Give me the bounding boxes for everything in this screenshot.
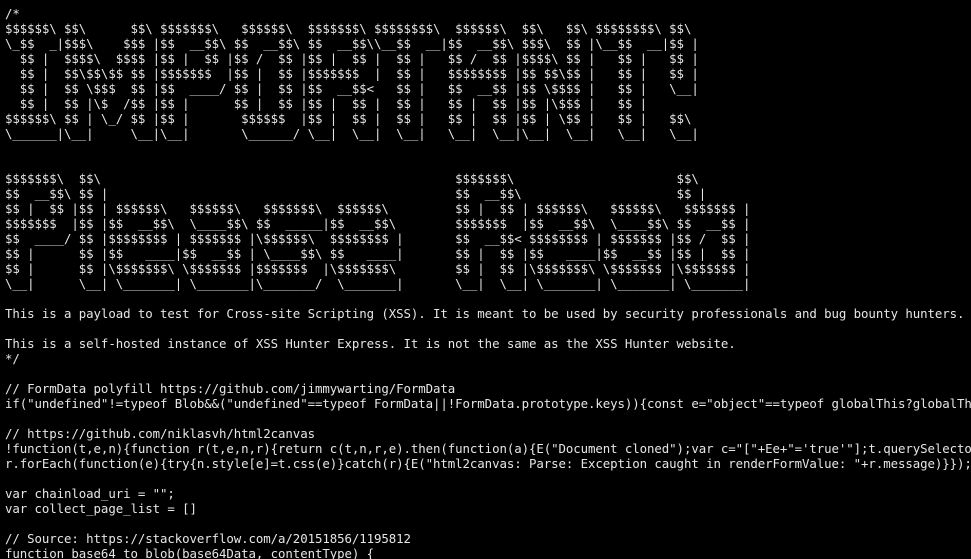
code-line: var chainload_uri = ""; <box>5 486 175 501</box>
code-line: function base64_to_blob(base64Data, cont… <box>5 546 374 559</box>
ascii-banner-line: \_$$ _|$$$\ $$$ |$$ __$$\ $$ __$$\ $$ __… <box>5 36 699 51</box>
ascii-banner-line: $$ | $$ \$$$ $$ |$$ ____/ $$ | $$ |$$ __… <box>5 81 699 96</box>
code-line: // FormData polyfill https://github.com/… <box>5 381 456 396</box>
code-line: r.forEach(function(e){try{n.style[e]=t.c… <box>5 456 971 471</box>
ascii-banner-line: \__| \__| \_______| \_______|\_______/ \… <box>5 276 751 291</box>
plain-text-viewer: /* $$$$$$\ $$\ $$\ $$$$$$$\ $$$$$$\ $$$$$… <box>0 0 971 559</box>
comment-line <box>5 321 971 336</box>
comment-line: */ <box>5 351 20 366</box>
ascii-banner-line: $$ | $$ |\$ /$$ |$$ | $$ | $$ |$$ | $$ |… <box>5 96 648 111</box>
ascii-banner-line <box>5 156 971 171</box>
comment-line <box>5 291 971 306</box>
code-line: // Source: https://stackoverflow.com/a/2… <box>5 531 411 546</box>
comment-line: This is a payload to test for Cross-site… <box>5 306 965 321</box>
ascii-banner-line: $$$$$$$\ $$\ $$$$$$$\ $$\ <box>5 171 699 186</box>
payload-source-text: /* $$$$$$\ $$\ $$\ $$$$$$$\ $$$$$$\ $$$$$… <box>0 0 971 559</box>
ascii-banner-line <box>5 141 971 156</box>
ascii-banner-line: $$ | $$ |\$$$$$$$\ \$$$$$$$ |$$$$$$$ |\$… <box>5 261 751 276</box>
ascii-banner-line: $$$$$$$ |$$ |$$ __$$\ \____$$\ $$ _____|… <box>5 216 751 231</box>
ascii-banner-line: \______|\__| \__|\__| \______/ \__| \__|… <box>5 126 699 141</box>
ascii-banner-line: $$$$$$\ $$ | \_/ $$ |$$ | $$$$$$ |$$ | $… <box>5 111 692 126</box>
ascii-banner-line: $$ | $$\$$\$$ $$ |$$$$$$$ |$$ | $$ |$$$$… <box>5 66 699 81</box>
code-line: !function(t,e,n){function r(t,e,n,r){ret… <box>5 441 971 456</box>
ascii-banner-line: $$ | $$$$\ $$$$ |$$ | $$ |$$ / $$ |$$ | … <box>5 51 699 66</box>
ascii-banner-line: $$ ____/ $$ |$$$$$$$$ | $$$$$$$ |\$$$$$$… <box>5 231 751 246</box>
ascii-banner-line: $$ | $$ |$$ | $$$$$$\ $$$$$$\ $$$$$$$\ $… <box>5 201 751 216</box>
comment-line: This is a self-hosted instance of XSS Hu… <box>5 336 736 351</box>
ascii-banner-line: $$$$$$\ $$\ $$\ $$$$$$$\ $$$$$$\ $$$$$$$… <box>5 21 692 36</box>
code-line: var collect_page_list = [] <box>5 501 197 516</box>
ascii-banner-line: $$ __$$\ $$ | $$ __$$\ $$ | <box>5 186 707 201</box>
code-line: if("undefined"!=typeof Blob&&("undefined… <box>5 396 971 411</box>
ascii-banner-line: /* <box>5 6 20 21</box>
ascii-banner-line: $$ | $$ |$$ ____|$$ __$$ | \____$$\ $$ _… <box>5 246 751 261</box>
code-line: // https://github.com/niklasvh/html2canv… <box>5 426 315 441</box>
